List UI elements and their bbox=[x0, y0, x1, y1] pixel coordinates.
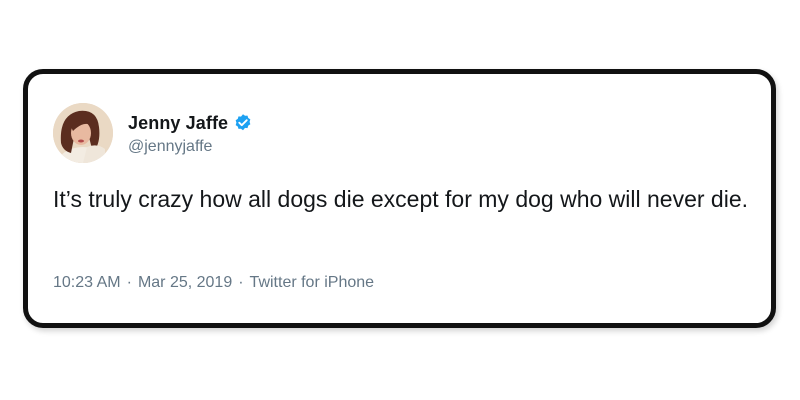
display-name[interactable]: Jenny Jaffe bbox=[128, 113, 228, 134]
verified-badge-icon bbox=[235, 114, 251, 131]
tweet-text: It’s truly crazy how all dogs die except… bbox=[53, 186, 748, 212]
separator-dot: · bbox=[238, 274, 244, 291]
tweet-date[interactable]: Mar 25, 2019 bbox=[138, 274, 232, 292]
avatar[interactable] bbox=[53, 103, 113, 163]
profile-photo-icon bbox=[53, 103, 113, 163]
tweet-source[interactable]: Twitter for iPhone bbox=[250, 274, 375, 292]
tweet-time[interactable]: 10:23 AM bbox=[53, 274, 121, 292]
tweet-metadata: 10:23 AM · Mar 25, 2019 · Twitter for iP… bbox=[53, 274, 374, 292]
user-handle[interactable]: @jennyjaffe bbox=[128, 138, 212, 156]
tweet-card: Jenny Jaffe @jennyjaffe It’s truly crazy… bbox=[23, 69, 776, 328]
separator-dot: · bbox=[126, 274, 132, 291]
author-name-row: Jenny Jaffe bbox=[128, 112, 253, 134]
